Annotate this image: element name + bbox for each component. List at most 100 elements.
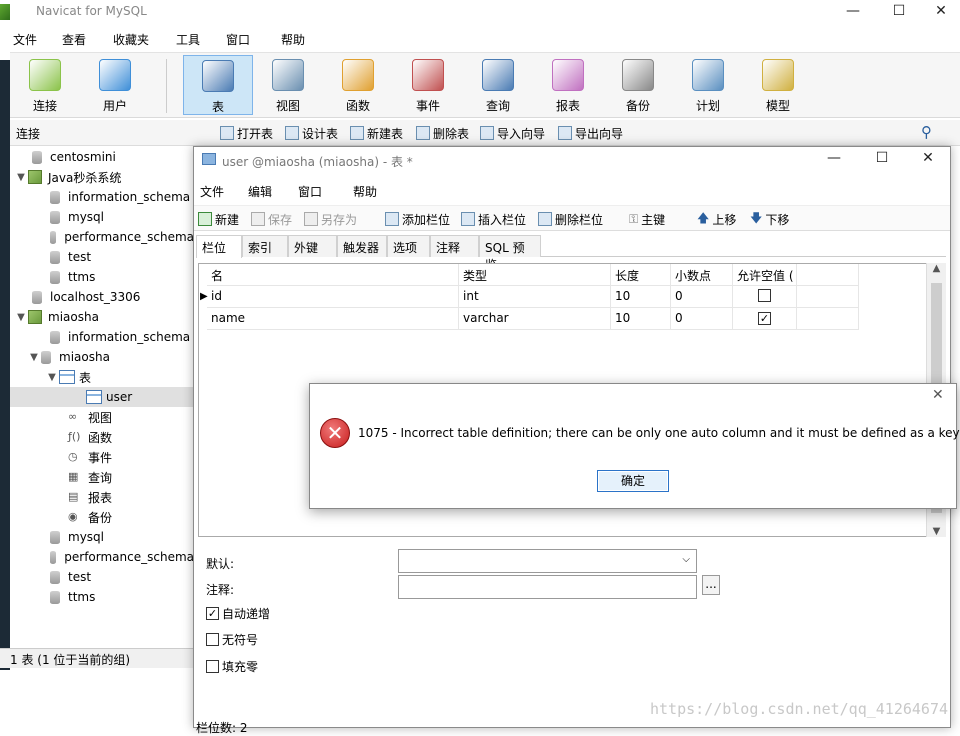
default-select[interactable]: ⌵ bbox=[398, 549, 697, 573]
comment-browse-button[interactable]: ... bbox=[702, 575, 720, 595]
import-wizard-button[interactable]: 导入向导 bbox=[480, 124, 545, 142]
tree-node[interactable]: ▼ Java秒杀系统 bbox=[10, 167, 194, 187]
editor-tab[interactable]: 栏位 bbox=[196, 235, 242, 258]
delete-column-button[interactable]: 删除栏位 bbox=[538, 210, 603, 228]
tree-node[interactable]: localhost_3306 bbox=[10, 287, 194, 307]
toolbar-view-button[interactable]: 视图 bbox=[253, 55, 323, 115]
editor-close-button[interactable]: ✕ bbox=[908, 147, 948, 171]
unsigned-option[interactable]: 无符号 bbox=[206, 631, 258, 648]
dialog-close-button[interactable]: ✕ bbox=[932, 387, 944, 403]
design-table-button[interactable]: 设计表 bbox=[285, 124, 338, 142]
tree-node[interactable]: ttms bbox=[10, 267, 194, 287]
editor-menu-edit[interactable]: 编辑 bbox=[248, 183, 272, 200]
column-header[interactable]: 长度 bbox=[611, 264, 671, 286]
unsigned-checkbox[interactable] bbox=[206, 633, 219, 646]
toolbar-schedule-button[interactable]: 计划 bbox=[673, 55, 743, 115]
tree-node[interactable]: ▼ miaosha bbox=[10, 307, 194, 327]
zerofill-option[interactable]: 填充零 bbox=[206, 658, 258, 675]
menu-tools[interactable]: 工具 bbox=[176, 31, 200, 48]
grid-cell-name[interactable]: name bbox=[207, 308, 459, 330]
tree-node[interactable]: test bbox=[10, 247, 194, 267]
editor-minimize-button[interactable]: — bbox=[814, 147, 854, 171]
grid-cell-name[interactable]: id bbox=[207, 286, 459, 308]
editor-tab[interactable]: 选项 bbox=[387, 235, 430, 257]
tree-node[interactable]: test bbox=[10, 567, 194, 587]
tree-node[interactable]: centosmini bbox=[10, 147, 194, 167]
tree-node[interactable]: ◉ 备份 bbox=[10, 507, 194, 527]
insert-column-button[interactable]: 插入栏位 bbox=[461, 210, 526, 228]
tree-node[interactable]: ▼ 表 bbox=[10, 367, 194, 387]
maximize-button[interactable]: ☐ bbox=[876, 0, 922, 24]
column-header[interactable] bbox=[797, 264, 859, 286]
table-row[interactable]: ▶ id int 10 0 bbox=[199, 286, 859, 308]
zerofill-checkbox[interactable] bbox=[206, 660, 219, 673]
allow-null-checkbox[interactable]: ✓ bbox=[758, 312, 771, 325]
tree-node[interactable]: ƒ() 函数 bbox=[10, 427, 194, 447]
save-as-button[interactable]: 另存为 bbox=[304, 210, 357, 228]
editor-tab[interactable]: 外键 bbox=[288, 235, 337, 257]
grid-cell-type[interactable]: varchar bbox=[459, 308, 611, 330]
menu-help[interactable]: 帮助 bbox=[281, 31, 305, 48]
editor-tab[interactable]: 注释 bbox=[430, 235, 479, 257]
menu-view[interactable]: 查看 bbox=[62, 31, 86, 48]
tree-node[interactable]: ◷ 事件 bbox=[10, 447, 194, 467]
table-row[interactable]: name varchar 10 0 ✓ bbox=[199, 308, 859, 330]
add-column-button[interactable]: 添加栏位 bbox=[385, 210, 450, 228]
editor-menu-file[interactable]: 文件 bbox=[200, 183, 224, 200]
toolbar-event-button[interactable]: 事件 bbox=[393, 55, 463, 115]
allow-null-checkbox[interactable] bbox=[758, 289, 771, 302]
expand-arrow-icon[interactable]: ▼ bbox=[14, 172, 28, 183]
minimize-button[interactable]: — bbox=[830, 0, 876, 24]
column-header[interactable]: 类型 bbox=[459, 264, 611, 286]
tree-node[interactable]: performance_schema bbox=[10, 547, 194, 567]
toolbar-report-button[interactable]: 报表 bbox=[533, 55, 603, 115]
auto-increment-checkbox[interactable]: ✓ bbox=[206, 607, 219, 620]
editor-tab[interactable]: 索引 bbox=[242, 235, 288, 257]
tree-node[interactable]: mysql bbox=[10, 527, 194, 547]
grid-cell-dec[interactable]: 0 bbox=[671, 308, 733, 330]
editor-menu-window[interactable]: 窗口 bbox=[298, 183, 322, 200]
new-button[interactable]: 新建 bbox=[198, 210, 239, 228]
tree-node[interactable]: ▦ 查询 bbox=[10, 467, 194, 487]
new-table-button[interactable]: 新建表 bbox=[350, 124, 403, 142]
toolbar-query-button[interactable]: 查询 bbox=[463, 55, 533, 115]
grid-cell-type[interactable]: int bbox=[459, 286, 611, 308]
export-wizard-button[interactable]: 导出向导 bbox=[558, 124, 623, 142]
open-table-button[interactable]: 打开表 bbox=[220, 124, 273, 142]
tree-node[interactable]: performance_schema bbox=[10, 227, 194, 247]
toolbar-function-button[interactable]: 函数 bbox=[323, 55, 393, 115]
ok-button[interactable]: 确定 bbox=[597, 470, 669, 492]
expand-arrow-icon[interactable]: ▼ bbox=[45, 372, 59, 383]
grid-cell-len[interactable]: 10 bbox=[611, 286, 671, 308]
primary-key-button[interactable]: ⚿ 主键 bbox=[629, 210, 665, 228]
tree-node[interactable]: ▤ 报表 bbox=[10, 487, 194, 507]
grid-cell-len[interactable]: 10 bbox=[611, 308, 671, 330]
search-icon[interactable]: ⚲ bbox=[921, 123, 932, 141]
editor-menu-help[interactable]: 帮助 bbox=[353, 183, 377, 200]
close-button[interactable]: ✕ bbox=[922, 0, 960, 24]
tree-node[interactable]: ▼ miaosha bbox=[10, 347, 194, 367]
comment-input[interactable] bbox=[398, 575, 697, 599]
toolbar-table-button[interactable]: 表 bbox=[183, 55, 253, 115]
delete-table-button[interactable]: 删除表 bbox=[416, 124, 469, 142]
tree-node[interactable]: user bbox=[10, 387, 194, 407]
toolbar-user-button[interactable]: 用户 bbox=[80, 55, 150, 115]
toolbar-plug-button[interactable]: 连接 bbox=[10, 55, 80, 115]
toolbar-model-button[interactable]: 模型 bbox=[743, 55, 813, 115]
editor-tab[interactable]: SQL 预览 bbox=[479, 235, 541, 272]
editor-maximize-button[interactable]: ☐ bbox=[862, 147, 902, 171]
editor-tab[interactable]: 触发器 bbox=[337, 235, 387, 257]
menu-favorites[interactable]: 收藏夹 bbox=[113, 31, 149, 48]
expand-arrow-icon[interactable]: ▼ bbox=[27, 352, 41, 363]
toolbar-backup-button[interactable]: 备份 bbox=[603, 55, 673, 115]
tree-node[interactable]: mysql bbox=[10, 207, 194, 227]
save-button[interactable]: 保存 bbox=[251, 210, 292, 228]
move-up-button[interactable]: 🡅 上移 bbox=[697, 210, 736, 228]
move-down-button[interactable]: 🡇 下移 bbox=[750, 210, 789, 228]
expand-arrow-icon[interactable]: ▼ bbox=[14, 312, 28, 323]
menu-window[interactable]: 窗口 bbox=[226, 31, 250, 48]
tree-node[interactable]: information_schema bbox=[10, 327, 194, 347]
column-header[interactable]: 小数点 bbox=[671, 264, 733, 286]
tree-node[interactable]: ∞ 视图 bbox=[10, 407, 194, 427]
tree-node[interactable]: ttms bbox=[10, 587, 194, 607]
